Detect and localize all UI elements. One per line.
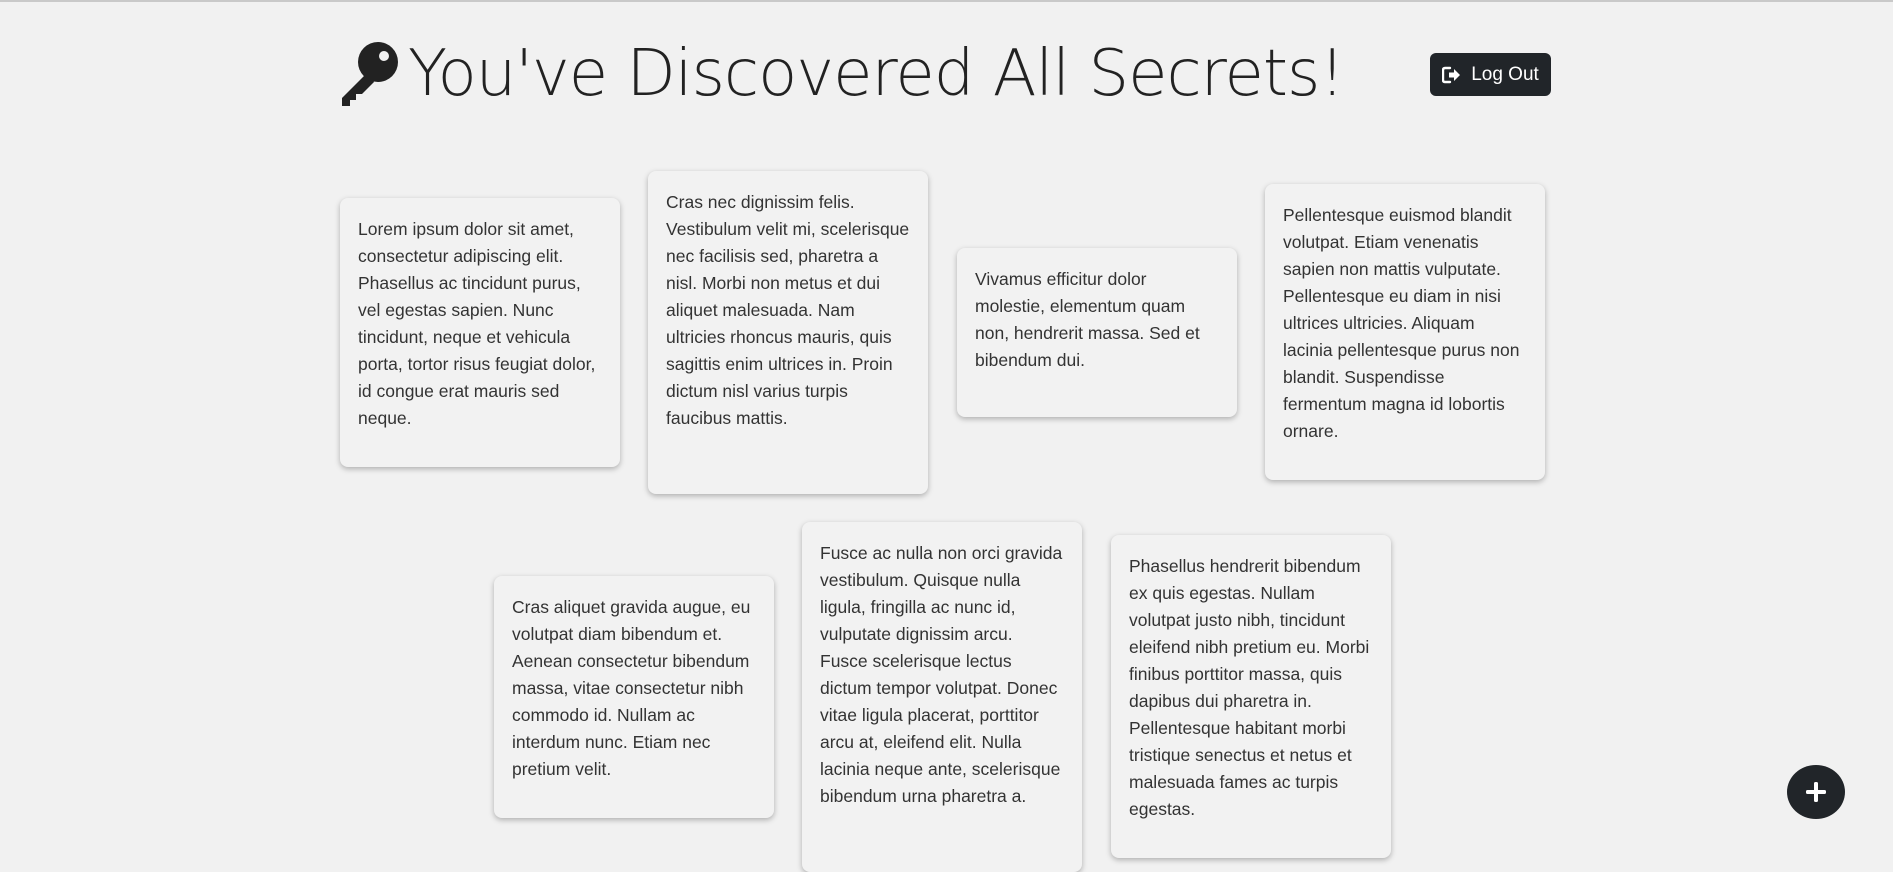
secret-card: Cras aliquet gravida augue, eu volutpat …: [494, 576, 774, 818]
key-icon: [342, 42, 398, 106]
secret-card: Cras nec dignissim felis. Vestibulum vel…: [648, 171, 928, 494]
add-secret-button[interactable]: [1787, 765, 1845, 819]
secret-text: Lorem ipsum dolor sit amet, consectetur …: [358, 219, 596, 428]
sign-out-icon: [1442, 66, 1461, 83]
logout-button[interactable]: Log Out: [1430, 53, 1551, 96]
logout-label: Log Out: [1471, 63, 1539, 85]
secret-card: Pellentesque euismod blandit volutpat. E…: [1265, 184, 1545, 480]
secret-text: Vivamus efficitur dolor molestie, elemen…: [975, 269, 1200, 370]
secret-text: Cras aliquet gravida augue, eu volutpat …: [512, 597, 751, 779]
page-title: You've Discovered All Secrets!: [408, 37, 1345, 111]
plus-icon: [1806, 782, 1826, 802]
page-header: You've Discovered All Secrets!: [334, 36, 1345, 112]
secret-card: Phasellus hendrerit bibendum ex quis ege…: [1111, 535, 1391, 858]
secret-text: Pellentesque euismod blandit volutpat. E…: [1283, 205, 1520, 441]
secret-text: Cras nec dignissim felis. Vestibulum vel…: [666, 192, 910, 428]
secret-card: Lorem ipsum dolor sit amet, consectetur …: [340, 198, 620, 467]
secret-text: Phasellus hendrerit bibendum ex quis ege…: [1129, 556, 1370, 819]
secret-card: Vivamus efficitur dolor molestie, elemen…: [957, 248, 1237, 417]
top-border: [0, 0, 1893, 2]
secret-card: Fusce ac nulla non orci gravida vestibul…: [802, 522, 1082, 872]
secret-text: Fusce ac nulla non orci gravida vestibul…: [820, 543, 1063, 806]
